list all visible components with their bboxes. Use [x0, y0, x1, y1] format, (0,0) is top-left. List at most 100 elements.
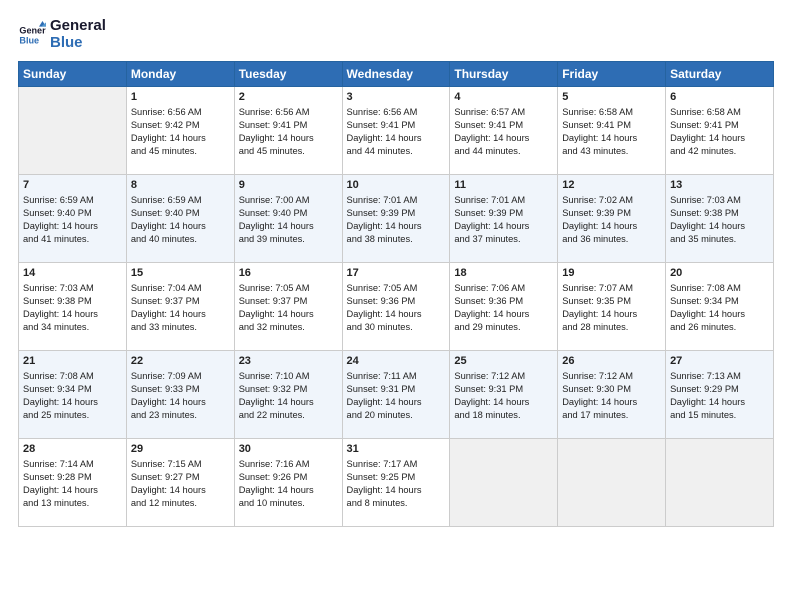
day-details: Sunrise: 7:13 AM Sunset: 9:29 PM Dayligh…	[670, 370, 769, 422]
day-details: Sunrise: 7:06 AM Sunset: 9:36 PM Dayligh…	[454, 282, 553, 334]
day-number: 18	[454, 266, 553, 281]
calendar-cell: 28Sunrise: 7:14 AM Sunset: 9:28 PM Dayli…	[19, 439, 127, 527]
day-details: Sunrise: 6:56 AM Sunset: 9:42 PM Dayligh…	[131, 106, 230, 158]
day-number: 22	[131, 354, 230, 369]
calendar-cell: 1Sunrise: 6:56 AM Sunset: 9:42 PM Daylig…	[126, 87, 234, 175]
day-details: Sunrise: 6:56 AM Sunset: 9:41 PM Dayligh…	[347, 106, 446, 158]
day-details: Sunrise: 7:05 AM Sunset: 9:37 PM Dayligh…	[239, 282, 338, 334]
day-number: 20	[670, 266, 769, 281]
calendar-cell: 29Sunrise: 7:15 AM Sunset: 9:27 PM Dayli…	[126, 439, 234, 527]
day-details: Sunrise: 7:03 AM Sunset: 9:38 PM Dayligh…	[23, 282, 122, 334]
calendar-cell: 17Sunrise: 7:05 AM Sunset: 9:36 PM Dayli…	[342, 263, 450, 351]
calendar-header-wednesday: Wednesday	[342, 62, 450, 87]
logo: General Blue General Blue	[18, 18, 106, 51]
calendar-header-friday: Friday	[558, 62, 666, 87]
calendar-cell: 18Sunrise: 7:06 AM Sunset: 9:36 PM Dayli…	[450, 263, 558, 351]
day-number: 27	[670, 354, 769, 369]
day-details: Sunrise: 6:58 AM Sunset: 9:41 PM Dayligh…	[562, 106, 661, 158]
day-number: 10	[347, 178, 446, 193]
day-details: Sunrise: 7:09 AM Sunset: 9:33 PM Dayligh…	[131, 370, 230, 422]
calendar-cell: 7Sunrise: 6:59 AM Sunset: 9:40 PM Daylig…	[19, 175, 127, 263]
calendar-week-4: 21Sunrise: 7:08 AM Sunset: 9:34 PM Dayli…	[19, 351, 774, 439]
calendar-cell: 3Sunrise: 6:56 AM Sunset: 9:41 PM Daylig…	[342, 87, 450, 175]
day-number: 19	[562, 266, 661, 281]
day-details: Sunrise: 7:04 AM Sunset: 9:37 PM Dayligh…	[131, 282, 230, 334]
calendar-cell: 16Sunrise: 7:05 AM Sunset: 9:37 PM Dayli…	[234, 263, 342, 351]
day-details: Sunrise: 7:11 AM Sunset: 9:31 PM Dayligh…	[347, 370, 446, 422]
day-number: 28	[23, 442, 122, 457]
svg-text:Blue: Blue	[19, 35, 39, 45]
day-details: Sunrise: 6:58 AM Sunset: 9:41 PM Dayligh…	[670, 106, 769, 158]
calendar-cell: 13Sunrise: 7:03 AM Sunset: 9:38 PM Dayli…	[666, 175, 774, 263]
day-number: 2	[239, 90, 338, 105]
calendar-header-saturday: Saturday	[666, 62, 774, 87]
day-number: 3	[347, 90, 446, 105]
day-details: Sunrise: 7:08 AM Sunset: 9:34 PM Dayligh…	[670, 282, 769, 334]
calendar-cell	[450, 439, 558, 527]
day-number: 30	[239, 442, 338, 457]
calendar-cell	[19, 87, 127, 175]
calendar-cell	[666, 439, 774, 527]
day-number: 6	[670, 90, 769, 105]
calendar-cell: 11Sunrise: 7:01 AM Sunset: 9:39 PM Dayli…	[450, 175, 558, 263]
calendar-cell	[558, 439, 666, 527]
calendar-week-2: 7Sunrise: 6:59 AM Sunset: 9:40 PM Daylig…	[19, 175, 774, 263]
page: General Blue General Blue SundayMondayTu…	[0, 0, 792, 612]
day-number: 15	[131, 266, 230, 281]
calendar-week-1: 1Sunrise: 6:56 AM Sunset: 9:42 PM Daylig…	[19, 87, 774, 175]
calendar-header-monday: Monday	[126, 62, 234, 87]
day-number: 31	[347, 442, 446, 457]
day-number: 29	[131, 442, 230, 457]
day-number: 8	[131, 178, 230, 193]
day-details: Sunrise: 7:10 AM Sunset: 9:32 PM Dayligh…	[239, 370, 338, 422]
calendar-cell: 12Sunrise: 7:02 AM Sunset: 9:39 PM Dayli…	[558, 175, 666, 263]
day-details: Sunrise: 7:16 AM Sunset: 9:26 PM Dayligh…	[239, 458, 338, 510]
calendar-week-3: 14Sunrise: 7:03 AM Sunset: 9:38 PM Dayli…	[19, 263, 774, 351]
calendar-cell: 30Sunrise: 7:16 AM Sunset: 9:26 PM Dayli…	[234, 439, 342, 527]
calendar-cell: 6Sunrise: 6:58 AM Sunset: 9:41 PM Daylig…	[666, 87, 774, 175]
day-details: Sunrise: 7:01 AM Sunset: 9:39 PM Dayligh…	[347, 194, 446, 246]
day-number: 5	[562, 90, 661, 105]
day-number: 13	[670, 178, 769, 193]
day-number: 16	[239, 266, 338, 281]
logo-text: General Blue	[50, 18, 106, 51]
day-number: 12	[562, 178, 661, 193]
day-details: Sunrise: 7:00 AM Sunset: 9:40 PM Dayligh…	[239, 194, 338, 246]
calendar-cell: 14Sunrise: 7:03 AM Sunset: 9:38 PM Dayli…	[19, 263, 127, 351]
day-number: 14	[23, 266, 122, 281]
calendar-cell: 10Sunrise: 7:01 AM Sunset: 9:39 PM Dayli…	[342, 175, 450, 263]
day-number: 7	[23, 178, 122, 193]
calendar-cell: 8Sunrise: 6:59 AM Sunset: 9:40 PM Daylig…	[126, 175, 234, 263]
day-number: 26	[562, 354, 661, 369]
calendar-cell: 31Sunrise: 7:17 AM Sunset: 9:25 PM Dayli…	[342, 439, 450, 527]
calendar-cell: 24Sunrise: 7:11 AM Sunset: 9:31 PM Dayli…	[342, 351, 450, 439]
day-details: Sunrise: 7:17 AM Sunset: 9:25 PM Dayligh…	[347, 458, 446, 510]
calendar-cell: 5Sunrise: 6:58 AM Sunset: 9:41 PM Daylig…	[558, 87, 666, 175]
day-number: 1	[131, 90, 230, 105]
day-details: Sunrise: 6:59 AM Sunset: 9:40 PM Dayligh…	[23, 194, 122, 246]
day-number: 17	[347, 266, 446, 281]
calendar-cell: 21Sunrise: 7:08 AM Sunset: 9:34 PM Dayli…	[19, 351, 127, 439]
day-number: 9	[239, 178, 338, 193]
calendar-cell: 25Sunrise: 7:12 AM Sunset: 9:31 PM Dayli…	[450, 351, 558, 439]
calendar-cell: 9Sunrise: 7:00 AM Sunset: 9:40 PM Daylig…	[234, 175, 342, 263]
logo-icon: General Blue	[18, 21, 46, 49]
calendar-cell: 15Sunrise: 7:04 AM Sunset: 9:37 PM Dayli…	[126, 263, 234, 351]
header: General Blue General Blue	[18, 18, 774, 51]
day-details: Sunrise: 6:57 AM Sunset: 9:41 PM Dayligh…	[454, 106, 553, 158]
day-details: Sunrise: 6:56 AM Sunset: 9:41 PM Dayligh…	[239, 106, 338, 158]
calendar-header-row: SundayMondayTuesdayWednesdayThursdayFrid…	[19, 62, 774, 87]
day-details: Sunrise: 7:05 AM Sunset: 9:36 PM Dayligh…	[347, 282, 446, 334]
day-details: Sunrise: 7:03 AM Sunset: 9:38 PM Dayligh…	[670, 194, 769, 246]
calendar-cell: 27Sunrise: 7:13 AM Sunset: 9:29 PM Dayli…	[666, 351, 774, 439]
day-details: Sunrise: 7:07 AM Sunset: 9:35 PM Dayligh…	[562, 282, 661, 334]
day-number: 11	[454, 178, 553, 193]
calendar-cell: 22Sunrise: 7:09 AM Sunset: 9:33 PM Dayli…	[126, 351, 234, 439]
calendar-header-tuesday: Tuesday	[234, 62, 342, 87]
day-details: Sunrise: 7:08 AM Sunset: 9:34 PM Dayligh…	[23, 370, 122, 422]
day-number: 23	[239, 354, 338, 369]
day-details: Sunrise: 7:02 AM Sunset: 9:39 PM Dayligh…	[562, 194, 661, 246]
day-details: Sunrise: 7:12 AM Sunset: 9:30 PM Dayligh…	[562, 370, 661, 422]
calendar-header-sunday: Sunday	[19, 62, 127, 87]
calendar-cell: 20Sunrise: 7:08 AM Sunset: 9:34 PM Dayli…	[666, 263, 774, 351]
